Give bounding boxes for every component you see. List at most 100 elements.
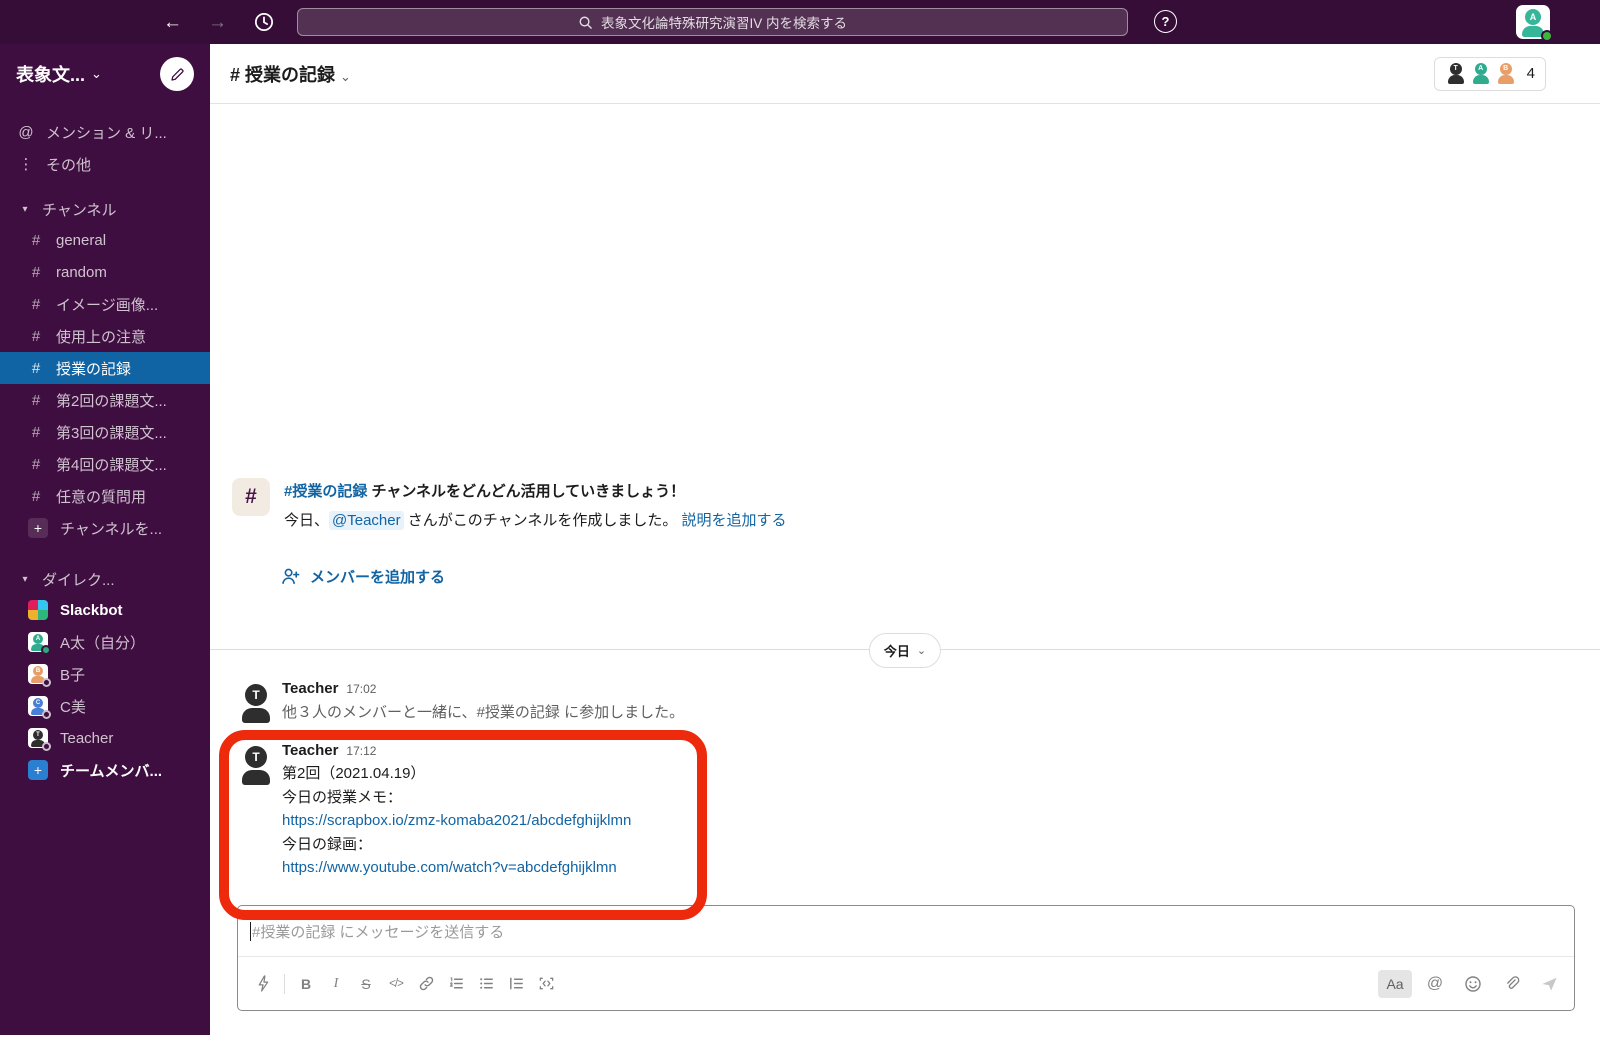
sidebar-channel-random[interactable]: # random bbox=[0, 256, 210, 288]
channel-intro: # #授業の記録 チャンネルをどんどん活用していきましょう！ 今日、 @Teach… bbox=[232, 478, 787, 530]
system-message-text: 他３人のメンバーと一緒に、#授業の記録 に参加しました。 bbox=[282, 704, 685, 721]
strikethrough-button[interactable]: S bbox=[351, 970, 381, 998]
add-channel-button[interactable]: + チャンネルを... bbox=[0, 512, 210, 544]
search-placeholder: 表象文化論特殊研究演習IV 内を検索する bbox=[600, 16, 847, 31]
workspace-header[interactable]: 表象文... ⌄ bbox=[0, 44, 210, 104]
add-members-button[interactable]: メンバーを追加する bbox=[280, 566, 445, 587]
hash-icon: # bbox=[31, 231, 41, 249]
avatar: C bbox=[28, 696, 51, 719]
text-cursor bbox=[250, 921, 251, 941]
chevron-down-icon: ⌄ bbox=[340, 68, 351, 84]
avatar: B bbox=[28, 664, 51, 687]
plus-icon: + bbox=[28, 518, 48, 538]
sidebar-channel-questions[interactable]: # 任意の質問用 bbox=[0, 480, 210, 512]
youtube-link[interactable]: https://www.youtube.com/watch?v=abcdefgh… bbox=[282, 859, 617, 876]
emoji-icon[interactable] bbox=[1458, 970, 1488, 998]
presence-offline-dot bbox=[42, 710, 51, 719]
date-divider: 今日 ⌄ bbox=[210, 633, 1600, 668]
search-input[interactable]: 表象文化論特殊研究演習IV 内を検索する bbox=[297, 8, 1128, 36]
person-add-icon bbox=[280, 566, 301, 587]
message-composer: #授業の記録 にメッセージを送信する B I S </> Aa @ bbox=[237, 905, 1575, 1011]
user-avatar[interactable]: A bbox=[1516, 5, 1553, 42]
avatar-teacher: T bbox=[238, 746, 274, 785]
member-avatar: B bbox=[1495, 62, 1517, 85]
avatar: T bbox=[28, 728, 51, 751]
message-author[interactable]: Teacher bbox=[282, 680, 338, 697]
attachment-paperclip-icon[interactable] bbox=[1496, 970, 1526, 998]
main-panel: # 授業の記録 ⌄ T A B 4 # #授業の記録 チャンネルをどんどん活用して… bbox=[210, 44, 1600, 1042]
sidebar-channel-class-records-selected[interactable]: # 授業の記録 bbox=[0, 352, 210, 384]
sidebar-channel-assignment-3[interactable]: # 第3回の課題文... bbox=[0, 416, 210, 448]
back-icon[interactable]: ← bbox=[163, 13, 182, 32]
show-formatting-button[interactable]: Aa bbox=[1378, 969, 1412, 998]
code-button[interactable]: </> bbox=[381, 970, 411, 998]
message-input[interactable]: #授業の記録 にメッセージを送信する bbox=[238, 906, 1574, 956]
forward-icon[interactable]: → bbox=[208, 13, 227, 32]
invite-members-button[interactable]: + チームメンバ... bbox=[0, 754, 210, 786]
history-nav: ← → bbox=[163, 0, 275, 44]
hash-icon: # bbox=[31, 327, 41, 345]
mention-button[interactable]: @ bbox=[1420, 970, 1450, 998]
bullet-list-icon[interactable] bbox=[471, 970, 501, 998]
hash-icon: # bbox=[31, 263, 41, 281]
caret-down-icon: ▾ bbox=[22, 573, 28, 585]
presence-online-dot bbox=[41, 645, 51, 655]
sidebar-channel-images[interactable]: # イメージ画像... bbox=[0, 288, 210, 320]
italic-button[interactable]: I bbox=[321, 970, 351, 998]
slackbot-avatar bbox=[28, 600, 48, 620]
message-author[interactable]: Teacher bbox=[282, 742, 338, 759]
hash-icon: # bbox=[31, 423, 41, 441]
dm-b-ko[interactable]: B B子 bbox=[0, 658, 210, 690]
ordered-list-icon[interactable] bbox=[441, 970, 471, 998]
scrapbox-link[interactable]: https://scrapbox.io/zmz-komaba2021/abcde… bbox=[282, 812, 631, 829]
message-timestamp[interactable]: 17:12 bbox=[346, 744, 376, 758]
sidebar-channel-usage-notes[interactable]: # 使用上の注意 bbox=[0, 320, 210, 352]
message-line: 第2回（2021.04.19） bbox=[282, 765, 426, 782]
top-bar: ← → 表象文化論特殊研究演習IV 内を検索する ? A bbox=[0, 0, 1600, 44]
message-line: 今日の授業メモ： bbox=[282, 788, 403, 806]
more-dots-icon: ⋮ bbox=[18, 156, 34, 173]
channel-ref[interactable]: #授業の記録 bbox=[477, 704, 560, 721]
code-block-icon[interactable] bbox=[531, 970, 561, 998]
dm-teacher[interactable]: T Teacher bbox=[0, 722, 210, 754]
hash-icon: # bbox=[31, 487, 41, 505]
hash-icon: # bbox=[31, 295, 41, 313]
sidebar-item-mentions[interactable]: @ メンション & リ... bbox=[0, 116, 210, 148]
member-avatar: T bbox=[1445, 62, 1467, 85]
channels-section-header[interactable]: ▾ チャンネル bbox=[0, 194, 210, 224]
dm-self[interactable]: A A太（自分） bbox=[0, 626, 210, 658]
presence-dot bbox=[1541, 30, 1553, 42]
dm-c-mi[interactable]: C C美 bbox=[0, 690, 210, 722]
sidebar-item-more[interactable]: ⋮ その他 bbox=[0, 148, 210, 180]
member-count-button[interactable]: T A B 4 bbox=[1433, 56, 1546, 91]
dm-slackbot[interactable]: Slackbot bbox=[0, 594, 210, 626]
history-clock-icon[interactable] bbox=[253, 11, 275, 33]
message-class-links[interactable]: T Teacher 17:12 第2回（2021.04.19） 今日の授業メモ：… bbox=[210, 742, 1110, 880]
new-message-button[interactable] bbox=[160, 57, 194, 91]
hash-icon: # bbox=[31, 455, 41, 473]
bold-button[interactable]: B bbox=[291, 970, 321, 998]
sidebar-channel-assignment-4[interactable]: # 第4回の課題文... bbox=[0, 448, 210, 480]
send-icon[interactable] bbox=[1534, 970, 1564, 998]
message-timestamp[interactable]: 17:02 bbox=[346, 682, 376, 696]
dm-section-header[interactable]: ▾ ダイレク... bbox=[0, 564, 210, 594]
sidebar-channel-general[interactable]: # general bbox=[0, 224, 210, 256]
intro-description: 今日、 @Teacher さんがこのチャンネルを作成しました。 説明を追加する bbox=[284, 511, 787, 530]
blockquote-icon[interactable] bbox=[501, 970, 531, 998]
message-list: # #授業の記録 チャンネルをどんどん活用していきましょう！ 今日、 @Teach… bbox=[210, 104, 1600, 1042]
member-count: 4 bbox=[1526, 65, 1535, 82]
mention-teacher[interactable]: @Teacher bbox=[329, 511, 404, 530]
workspace-name: 表象文... bbox=[16, 65, 86, 85]
presence-offline-dot bbox=[42, 678, 51, 687]
add-description-link[interactable]: 説明を追加する bbox=[682, 512, 787, 529]
at-icon: @ bbox=[18, 123, 34, 141]
help-icon[interactable]: ? bbox=[1154, 10, 1177, 33]
channel-title[interactable]: # 授業の記録 ⌄ bbox=[230, 61, 351, 87]
message-join[interactable]: T Teacher 17:02 他３人のメンバーと一緒に、#授業の記録 に参加し… bbox=[210, 680, 1110, 723]
channel-link[interactable]: #授業の記録 bbox=[284, 483, 367, 500]
link-icon[interactable] bbox=[411, 970, 441, 998]
shortcuts-bolt-icon[interactable] bbox=[248, 970, 278, 998]
sidebar-channel-assignment-2[interactable]: # 第2回の課題文... bbox=[0, 384, 210, 416]
date-pill-button[interactable]: 今日 ⌄ bbox=[868, 633, 942, 668]
presence-offline-dot bbox=[42, 742, 51, 751]
